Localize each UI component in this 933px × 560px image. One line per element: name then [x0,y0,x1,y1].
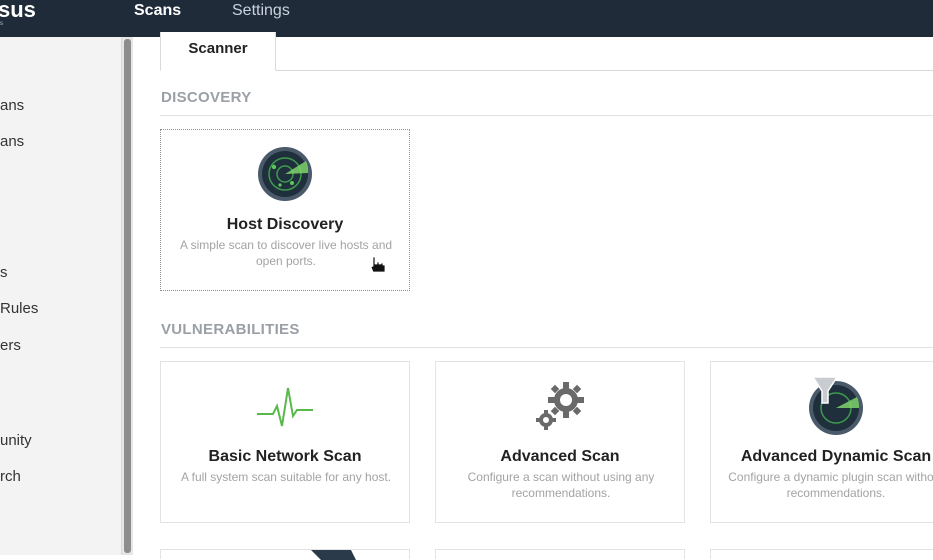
gears-icon [436,376,684,436]
card-advanced-scan[interactable]: Advanced Scan Configure a scan without u… [435,361,685,523]
heartbeat-icon [161,376,409,436]
section-title-discovery: DISCOVERY [161,89,252,106]
section-divider [160,115,933,116]
sidebar-item-policies[interactable]: s [0,264,8,281]
tab-scanner[interactable]: Scanner [160,32,276,71]
sidebar-scrollbar[interactable] [121,37,133,555]
card-description: A simple scan to discover live hosts and… [179,238,393,268]
card-description: Configure a scan without using any recom… [467,470,655,500]
card-title: Host Discovery [226,216,344,233]
section-title-vulnerabilities: VULNERABILITIES [161,321,300,338]
card-description: Configure a dynamic plugin scan without … [728,470,933,500]
sidebar-item-plugin-rules[interactable]: Rules [0,300,38,317]
radar-icon [161,144,409,204]
sidebar-item-all-scans[interactable]: ans [0,133,24,150]
nav-scans[interactable]: Scans [134,1,181,21]
nav-settings[interactable]: Settings [232,1,290,21]
sidebar-item-community[interactable]: unity [0,432,32,449]
section-divider [160,347,933,348]
hand-cursor-icon [368,255,388,280]
sidebar: ans ans s Rules ers unity rch [0,37,121,555]
card-partial[interactable] [160,549,410,560]
card-title: Advanced Scan [500,448,620,465]
sidebar-item-research[interactable]: rch [0,468,21,485]
card-partial[interactable] [710,549,933,559]
sidebar-item-my-scans[interactable]: ans [0,97,24,114]
card-partial[interactable] [435,549,685,559]
scrollbar-thumb[interactable] [124,39,131,553]
card-advanced-dynamic-scan[interactable]: Advanced Dynamic Scan Configure a dynami… [710,361,933,523]
logo-subtitle: s [0,21,3,27]
app-logo[interactable]: sus [0,0,36,23]
radar-filter-icon [711,376,933,436]
card-description: A full system scan suitable for any host… [180,470,392,484]
top-navigation-bar: sus s Scans Settings [0,0,933,37]
card-title: Basic Network Scan [208,448,362,465]
card-basic-network-scan[interactable]: Basic Network Scan A full system scan su… [160,361,410,523]
card-title: Advanced Dynamic Scan [740,448,932,465]
sidebar-item-scanners[interactable]: ers [0,337,21,354]
